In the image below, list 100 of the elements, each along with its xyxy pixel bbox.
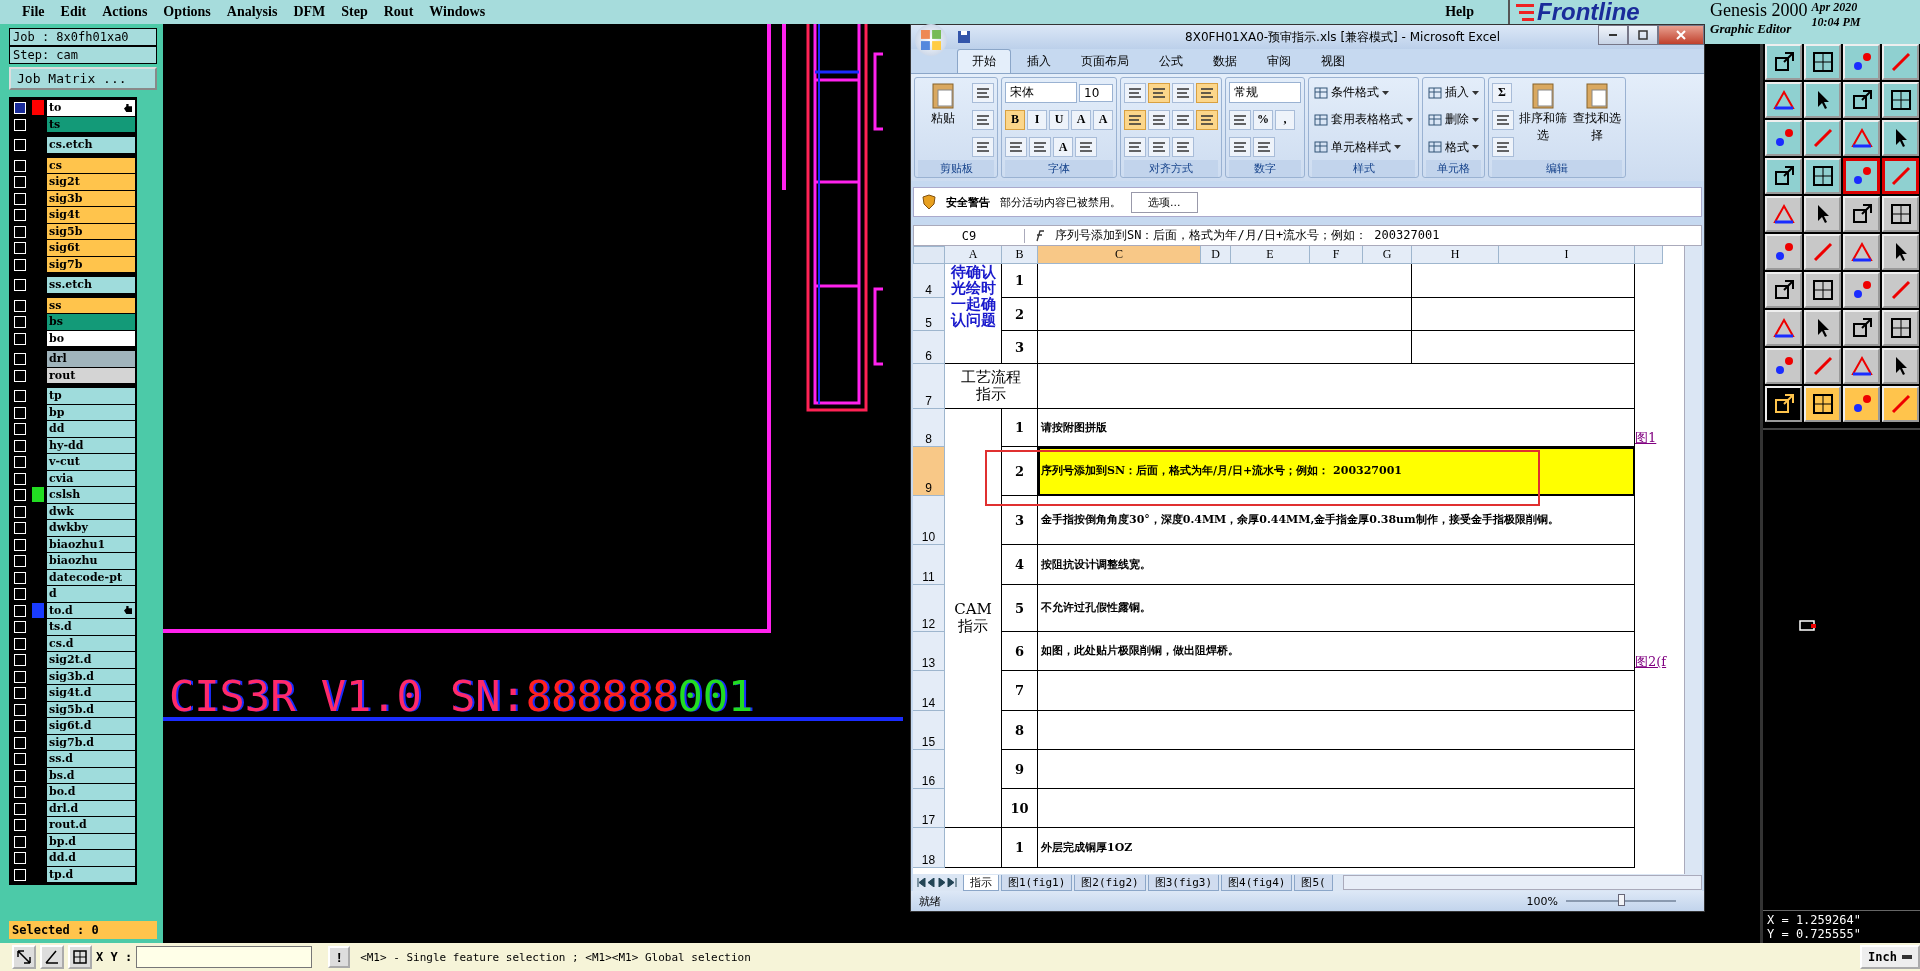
layer-name[interactable]: dd.d bbox=[47, 850, 135, 866]
ribbon-icon-button[interactable] bbox=[1029, 137, 1051, 158]
layer-checkbox[interactable] bbox=[14, 258, 26, 271]
layer-name[interactable]: drl bbox=[47, 351, 135, 367]
layer-name[interactable]: v-cut bbox=[47, 454, 135, 470]
row-header[interactable]: 12 bbox=[913, 585, 945, 632]
ribbon-icon-button[interactable] bbox=[1229, 110, 1251, 130]
ribbon-icon-button[interactable] bbox=[1172, 110, 1194, 130]
menu-item[interactable]: Actions bbox=[96, 4, 154, 20]
layer-name[interactable]: rout.d bbox=[47, 817, 135, 833]
layer-checkbox[interactable] bbox=[14, 835, 26, 848]
layer-name[interactable]: sig6t bbox=[47, 240, 135, 256]
column-header[interactable]: C bbox=[1038, 246, 1201, 264]
column-header[interactable]: H bbox=[1412, 246, 1499, 264]
layer-checkbox[interactable] bbox=[14, 720, 26, 732]
units-dropdown[interactable]: Inch bbox=[1860, 945, 1920, 969]
layer-name[interactable]: biaozhu1 bbox=[47, 536, 135, 552]
row-header[interactable]: 8 bbox=[913, 409, 945, 447]
layer-name[interactable]: rout bbox=[47, 367, 135, 383]
ribbon-dropdown[interactable]: 宋体 bbox=[1005, 82, 1077, 104]
layer-name[interactable]: drl.d bbox=[47, 800, 135, 816]
ribbon-button[interactable]: 删除 bbox=[1426, 111, 1481, 129]
sheet-tab[interactable]: 图2(fig2) bbox=[1074, 874, 1146, 891]
ribbon-icon-button[interactable] bbox=[1005, 137, 1027, 158]
layer-checkbox[interactable] bbox=[14, 802, 26, 815]
ribbon-icon-button[interactable] bbox=[1172, 82, 1194, 103]
ribbon-icon-button[interactable] bbox=[1124, 137, 1146, 158]
layer-name[interactable]: bs bbox=[47, 314, 135, 330]
menu-item[interactable]: DFM bbox=[287, 4, 332, 20]
ribbon-icon-button[interactable] bbox=[1253, 137, 1275, 158]
ribbon-button[interactable]: % bbox=[1253, 110, 1273, 130]
ribbon-button[interactable]: A bbox=[1071, 110, 1091, 130]
menu-item[interactable]: File bbox=[16, 4, 51, 20]
layer-name[interactable]: to.d bbox=[47, 602, 135, 618]
layer-checkbox[interactable] bbox=[14, 369, 26, 382]
layer-checkbox[interactable] bbox=[14, 159, 26, 172]
layer-name[interactable]: tp bbox=[47, 388, 135, 404]
layer-name[interactable]: bp bbox=[47, 404, 135, 420]
xy-input-field[interactable] bbox=[136, 946, 313, 968]
layer-name[interactable]: sig5b.d bbox=[47, 701, 135, 717]
layer-checkbox[interactable] bbox=[14, 753, 26, 765]
horizontal-scrollbar[interactable] bbox=[1342, 875, 1702, 890]
sheet-tab[interactable]: 指示 bbox=[963, 874, 999, 891]
layer-checkbox[interactable] bbox=[14, 786, 26, 798]
column-header[interactable]: B bbox=[1002, 246, 1038, 264]
ribbon-button[interactable]: B bbox=[1005, 110, 1025, 130]
layer-checkbox[interactable] bbox=[14, 489, 26, 501]
ribbon-icon-button[interactable] bbox=[1148, 82, 1170, 103]
layer-name[interactable]: d bbox=[47, 586, 135, 602]
ribbon-dropdown[interactable]: 10 bbox=[1079, 83, 1113, 102]
layer-checkbox[interactable] bbox=[14, 423, 26, 435]
layer-checkbox[interactable] bbox=[14, 225, 26, 238]
layer-checkbox[interactable] bbox=[14, 332, 26, 345]
ribbon-tab[interactable]: 数据 bbox=[1199, 50, 1251, 73]
row-header[interactable]: 7 bbox=[913, 364, 945, 409]
layer-name[interactable]: sig2t.d bbox=[47, 652, 135, 668]
maximize-button[interactable] bbox=[1628, 25, 1658, 45]
layer-name[interactable]: datecode-pt bbox=[47, 569, 135, 585]
layer-checkbox[interactable] bbox=[14, 637, 26, 650]
ribbon-tab[interactable]: 页面布局 bbox=[1067, 50, 1143, 73]
ribbon-icon-button[interactable] bbox=[1148, 110, 1170, 130]
layer-checkbox[interactable] bbox=[14, 769, 26, 782]
layer-checkbox[interactable] bbox=[14, 176, 26, 188]
layer-name[interactable]: cs bbox=[47, 157, 135, 173]
layer-checkbox[interactable] bbox=[14, 209, 26, 221]
layer-name[interactable]: cs.etch bbox=[47, 137, 135, 153]
ribbon-icon-button[interactable] bbox=[1229, 137, 1251, 158]
row-header[interactable]: 10 bbox=[913, 496, 945, 545]
ribbon-icon-button[interactable] bbox=[1124, 110, 1146, 130]
layer-name[interactable]: sig5b bbox=[47, 223, 135, 239]
grid-tool-button[interactable] bbox=[68, 945, 92, 969]
menu-item[interactable]: Options bbox=[157, 4, 217, 20]
layer-checkbox[interactable] bbox=[14, 299, 26, 312]
office-button[interactable] bbox=[915, 24, 947, 56]
layer-checkbox[interactable] bbox=[14, 819, 26, 831]
row-header[interactable]: 17 bbox=[913, 789, 945, 828]
layer-name[interactable]: bp.d bbox=[47, 833, 135, 849]
ribbon-tab[interactable]: 审阅 bbox=[1253, 50, 1305, 73]
layer-name[interactable]: hy-dd bbox=[47, 437, 135, 453]
layer-name[interactable]: dd bbox=[47, 421, 135, 437]
layer-name[interactable]: ss bbox=[47, 297, 135, 313]
layer-checkbox[interactable] bbox=[14, 316, 26, 328]
layer-checkbox[interactable] bbox=[14, 654, 26, 666]
layer-checkbox[interactable] bbox=[14, 868, 26, 881]
ribbon-icon-button[interactable] bbox=[1148, 137, 1170, 158]
layer-checkbox[interactable] bbox=[14, 604, 26, 617]
close-button[interactable] bbox=[1658, 25, 1704, 45]
row-header[interactable]: 13 bbox=[913, 632, 945, 671]
row-header[interactable]: 9 bbox=[913, 447, 945, 496]
sheet-tab[interactable]: 图3(fig3) bbox=[1147, 874, 1220, 891]
menu-item[interactable]: Edit bbox=[54, 4, 93, 20]
ribbon-button[interactable]: A bbox=[1053, 137, 1073, 158]
ribbon-button[interactable]: A bbox=[1093, 110, 1113, 130]
layer-checkbox[interactable] bbox=[14, 118, 26, 131]
ribbon-big-button[interactable]: 粘贴 bbox=[918, 80, 968, 160]
layer-name[interactable]: sig7b bbox=[47, 256, 135, 272]
hyperlink[interactable]: 图1 bbox=[1635, 409, 1663, 447]
menu-item[interactable]: Rout bbox=[377, 4, 420, 20]
layer-checkbox[interactable] bbox=[14, 139, 26, 151]
layer-name[interactable]: dwk bbox=[47, 503, 135, 519]
